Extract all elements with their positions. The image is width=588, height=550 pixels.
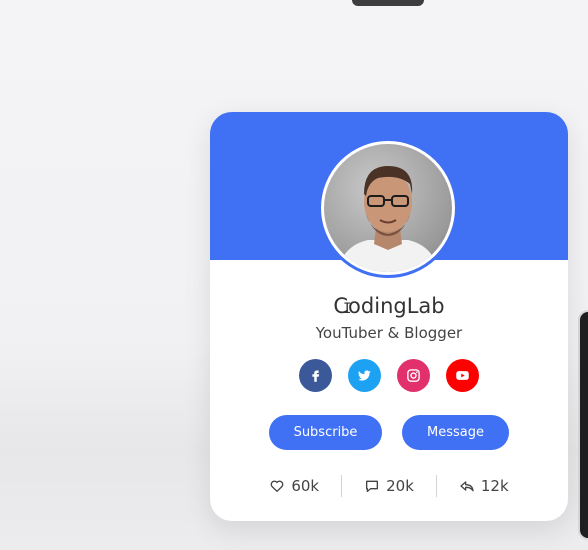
action-buttons: Subscribe Message [210, 415, 568, 450]
instagram-link[interactable] [397, 359, 430, 392]
facebook-icon [312, 370, 320, 382]
likes-stat[interactable]: 60k [247, 477, 341, 495]
text-cursor-icon: I [343, 301, 352, 317]
comments-count: 20k [386, 477, 414, 495]
side-panel-edge [578, 310, 588, 540]
subscribe-button[interactable]: Subscribe [269, 415, 382, 450]
profile-photo [324, 144, 452, 272]
twitter-icon [358, 370, 371, 381]
shares-stat[interactable]: 12k [437, 477, 531, 495]
comment-icon [366, 480, 379, 492]
social-links [210, 359, 568, 392]
avatar [318, 138, 458, 278]
profile-job: YouTuber & Blogger [315, 324, 463, 342]
comments-stat[interactable]: 20k [342, 477, 436, 495]
youtube-icon [456, 371, 469, 380]
message-button[interactable]: Message [402, 415, 509, 450]
profile-name: CodingLab [333, 294, 445, 318]
share-icon [460, 481, 474, 492]
twitter-link[interactable] [348, 359, 381, 392]
profile-card: CodingLab I YouTuber & Blogger Subscribe… [210, 112, 568, 521]
instagram-icon [407, 369, 420, 382]
heart-icon [271, 480, 284, 492]
stats-bar: 60k 20k 12k [210, 474, 568, 498]
shares-count: 12k [480, 477, 509, 495]
facebook-link[interactable] [299, 359, 332, 392]
window-tab[interactable] [352, 0, 424, 6]
youtube-link[interactable] [446, 359, 479, 392]
likes-count: 60k [291, 477, 320, 495]
